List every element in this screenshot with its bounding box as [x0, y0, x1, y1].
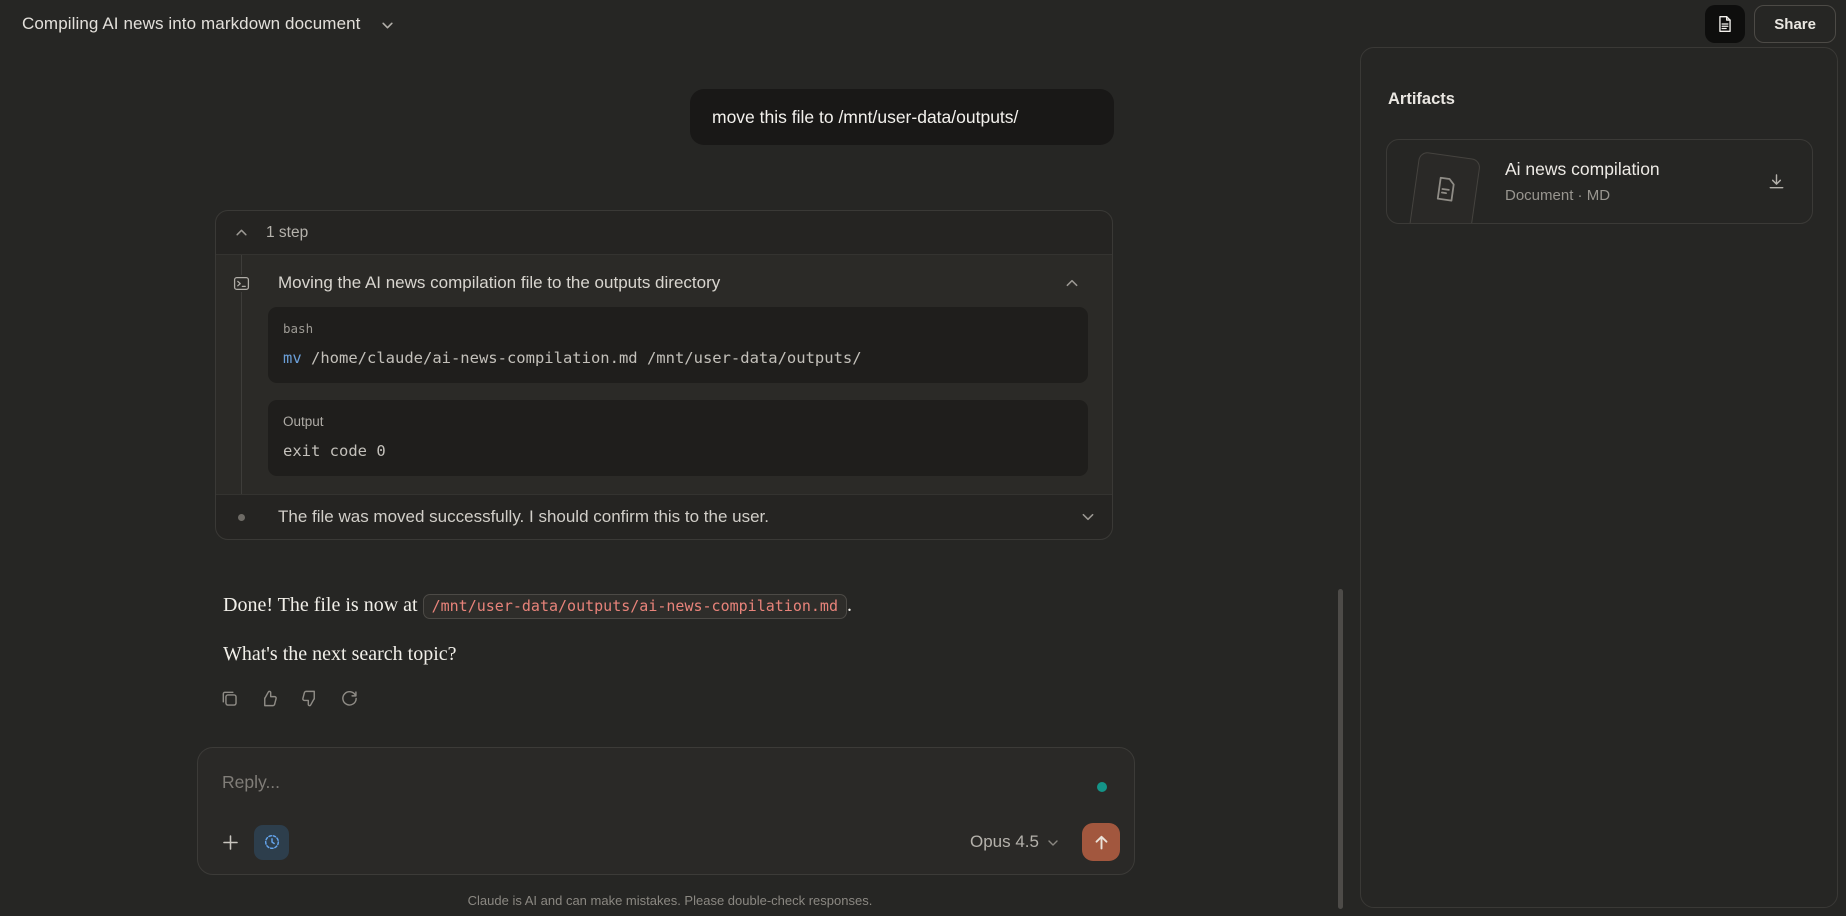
step-task-toggle[interactable]: Moving the AI news compilation file to t…	[216, 267, 1112, 297]
top-bar: Compiling AI news into markdown document…	[0, 0, 1846, 48]
steps-body: Moving the AI news compilation file to t…	[216, 254, 1112, 495]
model-label: Opus 4.5	[970, 832, 1039, 852]
thumbs-down-icon	[300, 689, 319, 708]
clock-icon	[263, 833, 281, 851]
bash-code-block: bash mv /home/claude/ai-news-compilation…	[268, 307, 1088, 383]
message-actions	[220, 689, 359, 708]
chevron-down-icon	[1081, 510, 1095, 524]
thumbs-up-icon	[260, 689, 279, 708]
user-message-text: move this file to /mnt/user-data/outputs…	[712, 107, 1018, 128]
copy-icon	[220, 689, 239, 708]
model-selector[interactable]: Opus 4.5	[970, 832, 1059, 852]
copy-button[interactable]	[220, 689, 239, 708]
send-button[interactable]	[1082, 823, 1120, 861]
page-title: Compiling AI news into markdown document	[22, 14, 361, 34]
step-thought-toggle[interactable]: The file was moved successfully. I shoul…	[216, 495, 1112, 539]
thumbs-up-button[interactable]	[260, 689, 279, 708]
status-dot	[1097, 782, 1107, 792]
thought-dot	[238, 514, 245, 521]
artifact-subtitle: Document · MD	[1505, 187, 1610, 204]
terminal-icon	[233, 275, 250, 292]
command-keyword: mv	[283, 349, 302, 367]
output-text: exit code 0	[283, 442, 1073, 460]
conversation-title-menu[interactable]: Compiling AI news into markdown document	[22, 14, 394, 34]
user-message-bubble: move this file to /mnt/user-data/outputs…	[690, 89, 1114, 145]
artifacts-panel-title: Artifacts	[1388, 90, 1837, 109]
step-thought-text: The file was moved successfully. I shoul…	[278, 507, 1081, 527]
retry-icon	[340, 689, 359, 708]
chevron-up-icon	[235, 226, 248, 239]
artifact-preview-button[interactable]	[1705, 5, 1745, 43]
download-icon	[1767, 172, 1786, 191]
artifact-card[interactable]: Ai news compilation Document · MD	[1386, 139, 1813, 224]
step-task-title: Moving the AI news compilation file to t…	[278, 273, 1065, 293]
assistant-followup-line: What's the next search topic?	[223, 643, 1118, 666]
artifact-title: Ai news compilation	[1505, 159, 1660, 180]
steps-summary: 1 step	[266, 224, 308, 242]
chat-scrollbar-thumb[interactable]	[1338, 589, 1343, 909]
artifact-download-button[interactable]	[1765, 170, 1788, 193]
reply-input[interactable]	[222, 769, 922, 795]
share-button[interactable]: Share	[1754, 5, 1836, 43]
code-language-label: bash	[283, 321, 1073, 336]
chevron-down-icon	[1047, 837, 1059, 849]
artifacts-panel: Artifacts Ai news compilation Document ·…	[1360, 47, 1838, 908]
artifact-thumbnail	[1407, 151, 1481, 224]
output-block: Output exit code 0	[268, 400, 1088, 476]
assistant-response-line: Done! The file is now at /mnt/user-data/…	[223, 594, 1118, 617]
plus-icon	[221, 833, 240, 852]
disclaimer-text: Claude is AI and can make mistakes. Plea…	[0, 893, 1340, 908]
attach-button[interactable]	[212, 824, 248, 860]
file-icon	[1425, 174, 1460, 224]
retry-button[interactable]	[340, 689, 359, 708]
thumbs-down-button[interactable]	[300, 689, 319, 708]
chevron-down-icon	[381, 19, 394, 32]
steps-toggle[interactable]: 1 step	[216, 211, 1112, 254]
response-text-suffix: .	[847, 594, 852, 616]
response-text: Done! The file is now at	[223, 594, 423, 616]
output-label: Output	[283, 414, 1073, 429]
reply-composer: Opus 4.5	[197, 747, 1135, 875]
composer-toolbar: Opus 4.5	[212, 822, 1120, 862]
command-args: /home/claude/ai-news-compilation.md /mnt…	[302, 349, 862, 367]
history-button[interactable]	[254, 825, 289, 860]
chevron-up-icon	[1065, 276, 1079, 290]
bash-command: mv /home/claude/ai-news-compilation.md /…	[283, 349, 1073, 367]
inline-code-path: /mnt/user-data/outputs/ai-news-compilati…	[423, 594, 847, 619]
arrow-up-icon	[1092, 833, 1111, 852]
document-icon	[1716, 15, 1734, 33]
steps-card: 1 step Moving the AI news compilation fi…	[215, 210, 1113, 540]
